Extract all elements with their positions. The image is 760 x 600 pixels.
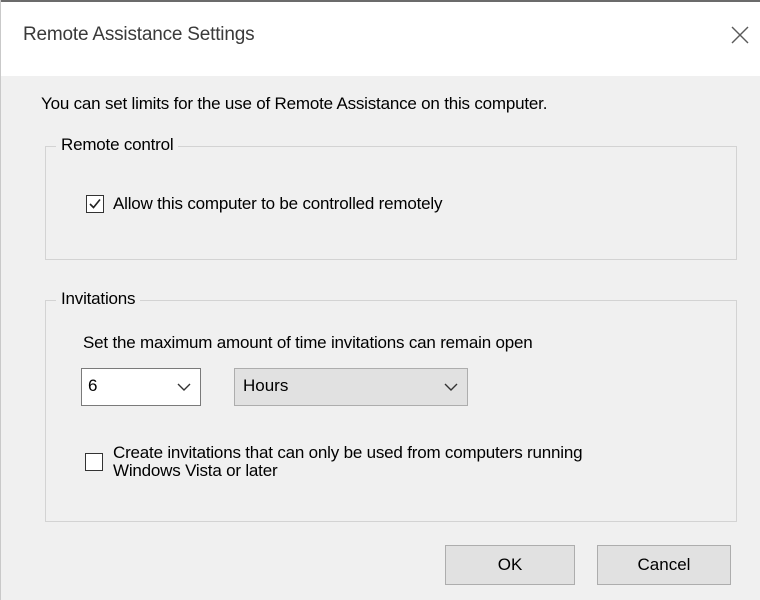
ok-button[interactable]: OK	[445, 545, 575, 585]
duration-unit-dropdown[interactable]: Hours	[234, 368, 468, 406]
allow-remote-control-label[interactable]: Allow this computer to be controlled rem…	[113, 195, 442, 213]
vista-only-label-line1[interactable]: Create invitations that can only be used…	[113, 444, 583, 462]
duration-value: 6	[88, 376, 98, 395]
duration-unit: Hours	[243, 376, 289, 395]
checkmark-icon	[89, 198, 101, 209]
title-bar: Remote Assistance Settings	[1, 0, 760, 76]
cancel-button[interactable]: Cancel	[597, 545, 731, 585]
allow-remote-control-checkbox[interactable]	[86, 195, 104, 213]
chevron-down-icon	[177, 383, 191, 391]
vista-only-label-line2[interactable]: Windows Vista or later	[113, 462, 278, 480]
invitations-legend: Invitations	[56, 289, 141, 309]
duration-value-dropdown[interactable]: 6	[81, 368, 201, 406]
chevron-down-icon	[444, 383, 458, 391]
dialog-title: Remote Assistance Settings	[23, 24, 255, 45]
close-icon[interactable]	[723, 18, 757, 52]
intro-text: You can set limits for the use of Remote…	[41, 94, 548, 113]
remote-assistance-settings-dialog: Remote Assistance Settings You can set l…	[0, 0, 760, 600]
vista-only-checkbox[interactable]	[85, 453, 103, 471]
max-time-label: Set the maximum amount of time invitatio…	[83, 333, 533, 352]
remote-control-legend: Remote control	[56, 135, 179, 155]
